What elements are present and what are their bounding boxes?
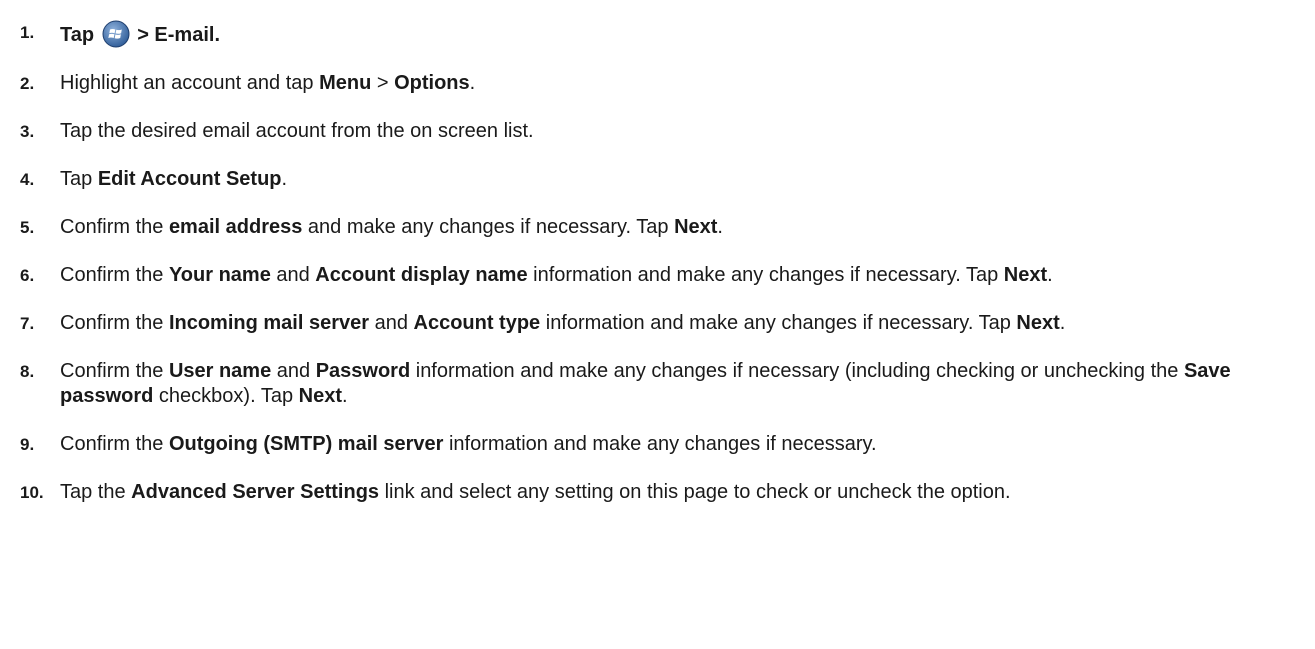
- step-number: 10.: [20, 483, 44, 502]
- step-text: Confirm the email address and make any c…: [60, 215, 1300, 240]
- step-5: 5. Confirm the email address and make any…: [0, 215, 1315, 240]
- step-number: 6.: [20, 266, 35, 285]
- step-text-run: Confirm the: [60, 360, 169, 382]
- ui-term: Advanced Server Settings: [131, 481, 380, 503]
- step-text: Confirm the Outgoing (SMTP) mail server …: [60, 432, 1300, 457]
- ui-term: Outgoing (SMTP) mail server: [168, 433, 444, 455]
- step-text-run: .: [341, 385, 348, 407]
- step-8: 8. Confirm the User name and Password inf…: [0, 359, 1315, 409]
- ui-term: Incoming mail server: [168, 312, 370, 334]
- step-number: 2.: [20, 74, 35, 93]
- step-text: Tap > E-mail.: [60, 20, 1300, 48]
- step-text-run: .: [1047, 264, 1053, 286]
- step-2: 2. Highlight an account and tap Menu > Op…: [0, 71, 1315, 96]
- step-4: 4. Tap Edit Account Setup.: [0, 167, 1315, 192]
- step-text-run: link and select any setting on this page…: [379, 481, 1011, 503]
- step-text-run: .: [1059, 312, 1066, 334]
- step-text-run: information and make any changes if nece…: [410, 360, 1184, 382]
- step-number: 9.: [20, 435, 35, 454]
- step-text-run: Tap: [60, 168, 98, 190]
- step-text: Confirm the User name and Password infor…: [60, 359, 1300, 409]
- step-number: 1.: [20, 23, 35, 42]
- step-text: Tap the desired email account from the o…: [60, 119, 1300, 144]
- step-number: 3.: [20, 122, 35, 141]
- step-10: 10. Tap the Advanced Server Settings link…: [0, 480, 1315, 505]
- step-text: Confirm the Incoming mail server and Acc…: [60, 311, 1300, 336]
- step-text-run: Tap the: [60, 481, 132, 503]
- step-text-run: Confirm the: [60, 312, 169, 334]
- step-text-run: Tap the desired email account from the o…: [60, 120, 534, 142]
- step-text: Confirm the Your name and Account displa…: [60, 263, 1300, 288]
- step-1: 1. Tap > E-mail.: [0, 20, 1315, 48]
- step-number: 7.: [20, 314, 35, 333]
- ui-term: Your name: [168, 264, 271, 286]
- ui-term: Menu: [319, 72, 372, 94]
- step-text: Tap Edit Account Setup.: [60, 167, 1300, 192]
- step-7: 7. Confirm the Incoming mail server and A…: [0, 311, 1315, 336]
- ui-term: User name: [168, 360, 272, 382]
- ui-term: Next: [674, 216, 718, 238]
- ui-term: Account type: [413, 312, 541, 334]
- step-text-run: Confirm the: [60, 433, 169, 455]
- step-text-run: .: [469, 72, 476, 94]
- ui-term: Next: [1003, 264, 1048, 286]
- ui-term: Next: [298, 385, 342, 407]
- ui-term: Options: [394, 72, 470, 94]
- step-text-run: Tap: [60, 24, 100, 46]
- windows-start-icon: [102, 20, 130, 48]
- step-text-run: and: [271, 360, 316, 382]
- step-text-run: >: [371, 72, 395, 94]
- step-text-run: information and make any changes if nece…: [443, 433, 877, 455]
- ui-term: Edit Account Setup: [97, 168, 282, 190]
- step-text-run: checkbox). Tap: [153, 385, 299, 407]
- instruction-steps-list: 1. Tap > E-mail. 2. Highlight an account an…: [0, 0, 1315, 505]
- ui-term: Account display name: [315, 264, 528, 286]
- step-text-run: and: [369, 312, 414, 334]
- step-text-run: information and make any changes if nece…: [540, 312, 1017, 334]
- step-number: 8.: [20, 362, 35, 381]
- ui-term: Password: [315, 360, 411, 382]
- step-text-run: .: [281, 168, 288, 190]
- step-text-run: and make any changes if necessary. Tap: [302, 216, 675, 238]
- step-text-run: .: [717, 216, 723, 238]
- step-3: 3. Tap the desired email account from the…: [0, 119, 1315, 144]
- step-text-run: Highlight an account and tap: [60, 72, 320, 94]
- step-6: 6. Confirm the Your name and Account disp…: [0, 263, 1315, 288]
- step-text: Highlight an account and tap Menu > Opti…: [60, 71, 1300, 96]
- step-text-run: information and make any changes if nece…: [527, 264, 1004, 286]
- step-text: Tap the Advanced Server Settings link an…: [60, 480, 1300, 505]
- step-text-run: > E-mail.: [131, 24, 221, 46]
- step-number: 5.: [20, 218, 35, 237]
- step-text-run: and: [270, 264, 316, 286]
- step-text-run: Confirm the: [60, 264, 169, 286]
- step-text-run: Confirm the: [60, 216, 169, 238]
- step-number: 4.: [20, 170, 35, 189]
- ui-term: Next: [1016, 312, 1060, 334]
- ui-term: email address: [168, 216, 303, 238]
- step-9: 9. Confirm the Outgoing (SMTP) mail serve…: [0, 432, 1315, 457]
